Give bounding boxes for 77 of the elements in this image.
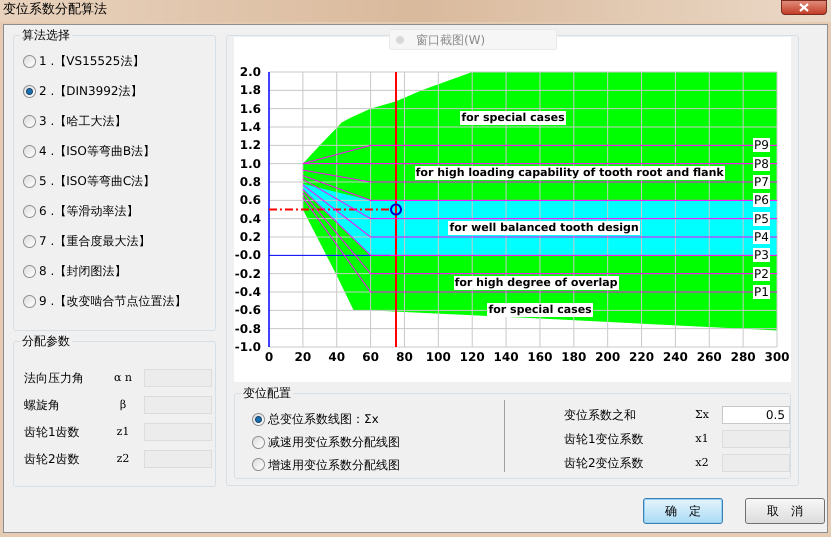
x-tick-label: 40: [327, 350, 346, 364]
series-label: P8: [753, 156, 770, 171]
y-tick-label: 1.2: [238, 138, 261, 152]
field-label: 齿轮2齿数: [24, 451, 81, 468]
radio-label: 3 .【哈工大法】: [39, 115, 126, 127]
x-tick-label: 60: [361, 350, 380, 364]
field-label: 齿轮1变位系数: [564, 431, 645, 448]
series-label: P7: [753, 175, 770, 189]
field-label: 齿轮2变位系数: [564, 455, 645, 472]
series-label: P5: [753, 212, 770, 226]
y-tick-label: 0.6: [238, 193, 261, 208]
region-label: for special cases: [487, 303, 593, 318]
y-tick-label: -0.8: [234, 322, 261, 336]
series-label: P2: [753, 266, 770, 281]
group-title: 变位配置: [241, 385, 293, 401]
field-label: 法向压力角: [24, 370, 85, 387]
y-tick-label: 1.8: [238, 83, 261, 98]
radio-label: 7 .【重合度最大法】: [39, 235, 150, 247]
x-tick-label: 300: [763, 350, 791, 364]
series-label: P6: [753, 193, 770, 208]
symbol-label: z2: [116, 450, 130, 467]
x-tick-label: 100: [424, 350, 452, 364]
window-title: 变位系数分配算法: [3, 1, 107, 19]
region-label: for high degree of overlap: [454, 276, 619, 290]
y-tick-label: 2.0: [238, 65, 261, 79]
overlay-label: 窗口截图(W): [416, 32, 486, 48]
symbol-label: z1: [116, 424, 130, 440]
x-tick-label: 80: [395, 350, 414, 364]
x-tick-label: 120: [458, 350, 486, 364]
series-label: P3: [753, 248, 770, 262]
radio-label: 1 .【VS15525法】: [39, 55, 144, 67]
symbol-label: α n: [112, 370, 133, 386]
y-tick-label: 1.0: [238, 156, 261, 171]
radio-label: 9 .【改变啮合节点位置法】: [39, 295, 186, 307]
radio-label: 减速用变位系数分配线图: [268, 436, 400, 448]
radio-label: 5 .【ISO等弯曲C法】: [39, 175, 156, 187]
radio-label: 2 .【DIN3992法】: [39, 85, 143, 97]
radio-label: 总变位系数线图：Σx: [268, 413, 379, 426]
x-tick-label: 0: [264, 350, 274, 364]
x-tick-label: 180: [560, 350, 588, 364]
x-tick-label: 200: [594, 350, 622, 364]
region-label: for special cases: [460, 110, 566, 125]
y-tick-label: 0.8: [238, 175, 261, 189]
x-tick-label: 260: [696, 350, 723, 364]
radio-label: 8 .【封闭图法】: [39, 265, 126, 277]
series-label: P1: [753, 285, 770, 299]
field-label: 变位系数之和: [564, 407, 637, 424]
x-tick-label: 160: [526, 350, 554, 364]
y-tick-label: -0.0: [234, 248, 261, 262]
radio-label: 6 .【等滑动率法】: [39, 205, 138, 217]
y-tick-label: 0.4: [238, 212, 261, 226]
group-title: 分配参数: [20, 333, 72, 349]
series-label: P9: [753, 138, 770, 152]
symbol-label: Σx: [694, 406, 710, 423]
x-tick-label: 240: [662, 350, 689, 364]
symbol-label: x1: [694, 430, 710, 447]
y-tick-label: -0.2: [234, 266, 261, 281]
x-tick-label: 20: [294, 350, 312, 364]
region-label: for well balanced tooth design: [448, 220, 640, 235]
y-tick-label: 0.2: [238, 230, 261, 244]
symbol-label: β: [118, 396, 128, 413]
symbol-label: x2: [694, 454, 710, 471]
radio-label: 增速用变位系数分配线图: [268, 458, 400, 471]
series-label: P4: [753, 230, 770, 244]
y-tick-label: -0.4: [234, 285, 261, 299]
x-tick-label: 280: [730, 350, 757, 364]
y-tick-label: 1.4: [238, 120, 261, 134]
y-tick-label: -1.0: [234, 340, 261, 354]
radio-label: 4 .【ISO等弯曲B法】: [39, 145, 156, 157]
region-label: for high loading capability of tooth root and flank: [414, 166, 725, 180]
field-label: 螺旋角: [24, 397, 61, 414]
y-tick-label: -0.6: [234, 303, 261, 318]
x-tick-label: 220: [628, 350, 656, 364]
group-title: 算法选择: [20, 27, 72, 43]
field-label: 齿轮1齿数: [24, 424, 81, 441]
x-tick-label: 140: [492, 350, 520, 364]
y-tick-label: 1.6: [238, 102, 261, 116]
